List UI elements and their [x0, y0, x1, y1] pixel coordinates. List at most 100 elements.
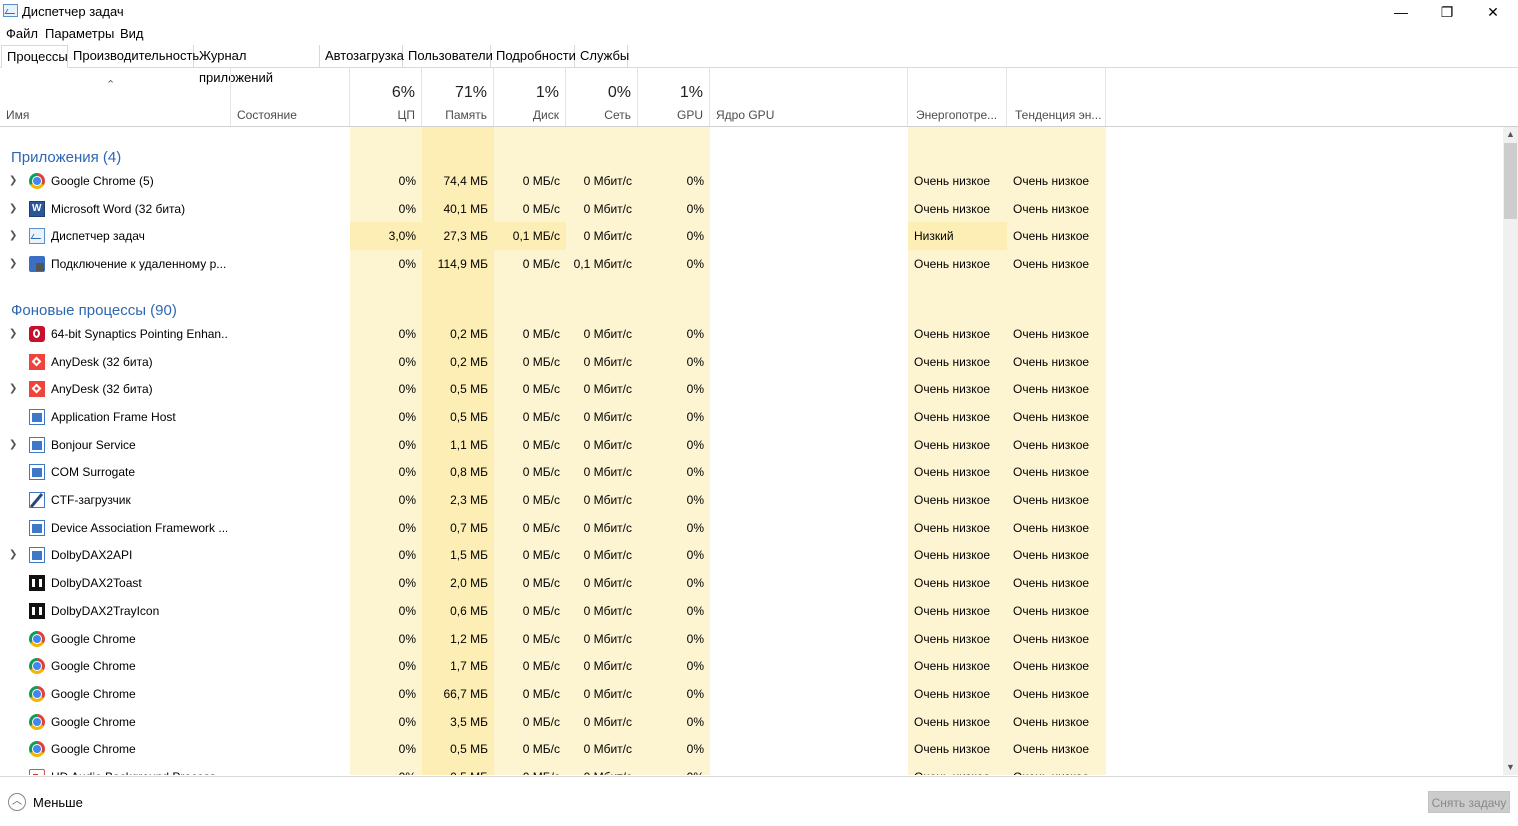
process-row[interactable]: Google Chrome 0% 1,2 МБ 0 МБ/с 0 Мбит/с 0% Оче…	[0, 625, 1500, 653]
process-row[interactable]: AnyDesk (32 бита) 0% 0,2 МБ 0 МБ/с 0 Мбит/с 0…	[0, 348, 1500, 376]
process-row[interactable]: ❯ DolbyDAX2API 0% 1,5 МБ 0 МБ/с 0 Мбит/с 0% Оче…	[0, 541, 1500, 569]
cpu-cell: 0%	[350, 763, 422, 775]
expand-chevron-icon[interactable]: ❯	[9, 375, 17, 402]
network-cell: 0 Мбит/с	[583, 201, 632, 216]
column-disk[interactable]: 1% Диск	[494, 68, 566, 126]
network-cell: 0 Мбит/с	[583, 520, 632, 535]
expand-chevron-icon[interactable]: ❯	[9, 320, 17, 347]
column-gpu-engine[interactable]: Ядро GPU	[710, 68, 908, 126]
expand-chevron-icon[interactable]: ❯	[9, 250, 17, 277]
collapse-icon[interactable]: ︿	[8, 793, 26, 811]
scroll-thumb[interactable]	[1504, 143, 1517, 219]
process-row[interactable]: Google Chrome 0% 0,5 МБ 0 МБ/с 0 Мбит/с 0% Оче…	[0, 735, 1500, 763]
process-row[interactable]: DolbyDAX2TrayIcon 0% 0,6 МБ 0 МБ/с 0 Мбит/с 0…	[0, 597, 1500, 625]
process-row[interactable]: Google Chrome 0% 3,5 МБ 0 МБ/с 0 Мбит/с 0% Оче…	[0, 708, 1500, 736]
column-network-label: Сеть	[604, 108, 631, 122]
expand-chevron-icon[interactable]: ❯	[9, 431, 17, 458]
end-task-button[interactable]: Снять задачу	[1428, 791, 1510, 813]
audio-icon	[29, 769, 45, 775]
process-row[interactable]: Google Chrome 0% 1,7 МБ 0 МБ/с 0 Мбит/с 0% Оче…	[0, 652, 1500, 680]
process-row[interactable]: Application Frame Host 0% 0,5 МБ 0 МБ/с 0 Мб…	[0, 403, 1500, 431]
memory-cell: 0,6 МБ	[450, 603, 488, 618]
group-header[interactable]: Фоновые процессы (90)	[0, 280, 1500, 325]
sort-up-icon: ⌃	[106, 79, 116, 91]
expand-chevron-icon[interactable]: ❯	[9, 167, 17, 194]
power-trend-cell: Очень низкое	[1013, 465, 1090, 480]
expand-chevron-icon[interactable]: ❯	[9, 195, 17, 222]
memory-cell: 2,3 МБ	[450, 493, 488, 507]
menu-file[interactable]: Файл	[6, 26, 38, 41]
disk-cell: 0 МБ/с	[522, 742, 560, 757]
memory-cell: 0,7 МБ	[450, 520, 488, 535]
process-row[interactable]: HD Audio Background Process0%0,5 МБ0 МБ/…	[0, 763, 1500, 775]
fewer-details-link[interactable]: Меньше	[33, 795, 83, 810]
process-name: Google Chrome	[51, 742, 136, 757]
tab-users[interactable]: Пользователи	[403, 45, 493, 67]
process-row[interactable]: ❯ AnyDesk (32 бита) 0% 0,5 МБ 0 МБ/с 0 Мбит/с…	[0, 375, 1500, 403]
process-name: DolbyDAX2API	[51, 548, 133, 563]
power-cell: Очень низкое	[914, 576, 991, 591]
cpu-cell: 0%	[398, 548, 416, 563]
process-row[interactable]: CTF-загрузчик 0% 2,3 МБ 0 МБ/с 0 Мбит/с 0% Оче…	[0, 486, 1500, 514]
tab-startup[interactable]: Автозагрузка	[320, 45, 404, 67]
column-gpu[interactable]: 1% GPU	[638, 68, 710, 126]
menu-options[interactable]: Параметры	[45, 26, 114, 41]
power-trend-cell: Очень низкое	[1007, 763, 1106, 775]
gpu-cell: 0%	[686, 174, 704, 188]
process-row[interactable]: Google Chrome 0% 66,7 МБ 0 МБ/с 0 Мбит/с 0% Оч…	[0, 680, 1500, 708]
cpu-cell: 0%	[398, 409, 416, 424]
gpu-cell: 0%	[686, 437, 704, 452]
power-cell: Очень низкое	[908, 763, 1007, 775]
process-row[interactable]: ❯ 64-bit Synaptics Pointing Enhan... 0% 0,2…	[0, 320, 1500, 348]
process-row[interactable]: ❯ Microsoft Word (32 бита) 0% 40,1 МБ 0 МБ/с…	[0, 195, 1500, 223]
column-power-trend[interactable]: Тенденция эн...	[1007, 68, 1106, 126]
process-name: DolbyDAX2Toast	[51, 576, 142, 591]
power-trend-cell: Очень низкое	[1013, 437, 1090, 452]
process-row[interactable]: ❯ Bonjour Service 0% 1,1 МБ 0 МБ/с 0 Мбит/с 0%…	[0, 431, 1500, 459]
gpu-cell: 0%	[686, 493, 704, 507]
column-memory[interactable]: 71% Память	[422, 68, 494, 126]
expand-chevron-icon[interactable]: ❯	[9, 541, 17, 568]
cpu-cell: 0%	[398, 576, 416, 591]
tab-processes[interactable]: Процессы	[1, 45, 68, 68]
power-cell: Очень низкое	[914, 686, 991, 701]
tab-app-history[interactable]: Журнал приложений	[194, 45, 320, 85]
process-row[interactable]: COM Surrogate 0% 0,8 МБ 0 МБ/с 0 Мбит/с 0% Оче…	[0, 458, 1500, 486]
cpu-cell: 0%	[398, 257, 416, 272]
group-header[interactable]: Приложения (4)	[0, 127, 1500, 172]
close-button[interactable]: ✕	[1470, 0, 1516, 24]
network-cell: 0 Мбит/с	[583, 493, 632, 507]
column-cpu[interactable]: 6% ЦП	[350, 68, 422, 126]
process-row[interactable]: ❯ Google Chrome (5) 0% 74,4 МБ 0 МБ/с 0 Мбит/…	[0, 167, 1500, 195]
process-row[interactable]: ❯ Диспетчер задач 3,0% 27,3 МБ 0,1 МБ/с 0 Мби…	[0, 222, 1500, 251]
cpu-cell: 0%	[398, 493, 416, 507]
power-cell: Низкий	[908, 222, 1007, 251]
restore-button[interactable]: ❐	[1424, 0, 1470, 24]
column-status[interactable]: Состояние	[231, 68, 350, 126]
expand-chevron-icon[interactable]: ❯	[9, 222, 17, 249]
network-cell: 0 Мбит/с	[583, 354, 632, 369]
process-row[interactable]: Device Association Framework ... 0% 0,7 МБ…	[0, 514, 1500, 542]
scroll-up-icon[interactable]: ▲	[1503, 127, 1518, 142]
network-cell: 0 Мбит/с	[583, 603, 632, 618]
memory-cell: 1,2 МБ	[450, 631, 488, 646]
menu-view[interactable]: Вид	[120, 26, 144, 41]
scroll-down-icon[interactable]: ▼	[1503, 760, 1518, 775]
disk-cell: 0 МБ/с	[522, 659, 560, 674]
memory-cell: 0,5 МБ	[422, 763, 494, 775]
column-network[interactable]: 0% Сеть	[566, 68, 638, 126]
power-trend-cell: Очень низкое	[1013, 714, 1090, 729]
task-manager-icon	[3, 4, 18, 17]
column-power[interactable]: Энергопотре...	[908, 68, 1007, 126]
power-cell: Очень низкое	[914, 409, 991, 424]
process-row[interactable]: DolbyDAX2Toast 0% 2,0 МБ 0 МБ/с 0 Мбит/с 0% Оч…	[0, 569, 1500, 597]
minimize-button[interactable]: —	[1378, 0, 1424, 24]
tab-details[interactable]: Подробности	[491, 45, 576, 67]
disk-cell: 0 МБ/с	[522, 465, 560, 480]
process-row[interactable]: ❯ Подключение к удаленному р... 0% 114,9 МБ…	[0, 250, 1500, 278]
column-name[interactable]: ⌃ Имя	[0, 68, 231, 126]
process-name: HD Audio Background Process	[51, 763, 227, 775]
vertical-scrollbar[interactable]: ▲ ▼	[1503, 127, 1518, 775]
tab-performance[interactable]: Производительность	[68, 45, 199, 67]
tab-services[interactable]: Службы	[575, 45, 629, 67]
